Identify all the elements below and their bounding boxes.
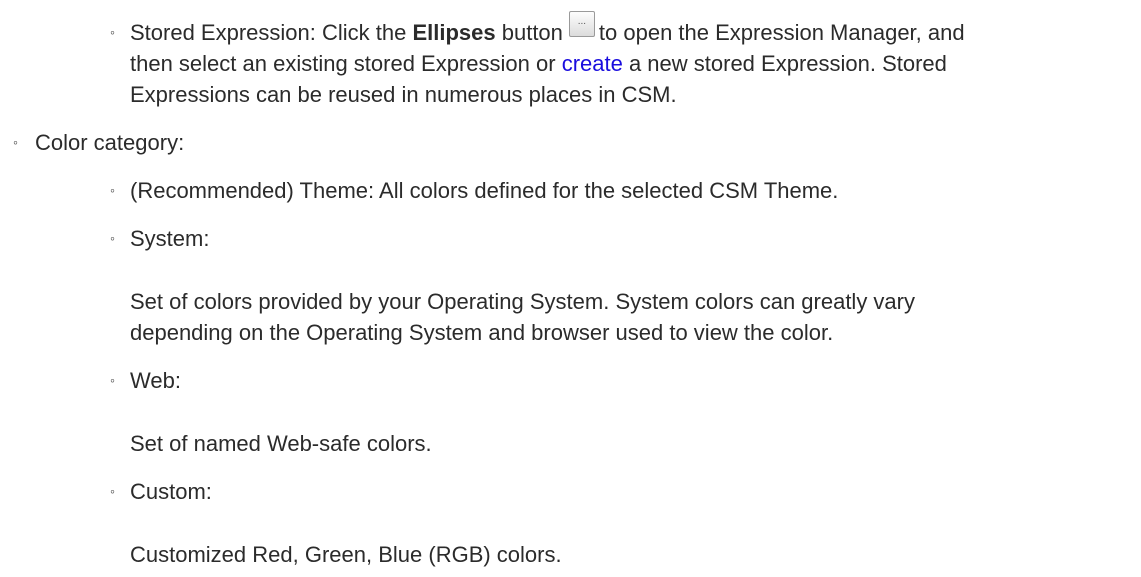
color-category-custom: Custom: (130, 479, 212, 504)
custom-description-line-1: Customized Red, Green, Blue (RGB) colors… (130, 542, 562, 567)
system-description-line-2: depending on the Operating System and br… (130, 320, 834, 345)
stored-expression-after-icon: to open the Expression Manager, and (598, 20, 965, 45)
system-description-line-1: Set of colors provided by your Operating… (130, 289, 915, 314)
color-category-theme: (Recommended) Theme: All colors defined … (130, 178, 839, 203)
button-word: button (495, 20, 563, 45)
ellipses-dots-icon: ... (577, 16, 587, 27)
stored-expression-line-2: then select an existing stored Expressio… (130, 48, 947, 79)
bullet-marker: ◦ (110, 372, 115, 388)
stored-expression-line-3: Expressions can be reused in numerous pl… (130, 82, 677, 107)
stored-expression-line2-start: then select an existing stored Expressio… (130, 51, 562, 76)
bullet-marker: ◦ (110, 230, 115, 246)
ellipses-button-icon[interactable]: ... (568, 11, 595, 37)
bullet-marker: ◦ (110, 182, 115, 198)
ellipses-bold-term: Ellipses (412, 20, 496, 45)
color-category-label: Color category: (35, 130, 185, 155)
stored-expression-line2-end: a new stored Expression. Stored (622, 51, 947, 76)
create-link[interactable]: create (562, 51, 623, 76)
bullet-marker: ◦ (110, 24, 115, 40)
web-description-line-1: Set of named Web-safe colors. (130, 431, 432, 456)
bullet-marker: ◦ (110, 483, 115, 499)
bullet-marker: ◦ (13, 134, 18, 150)
stored-expression-line-1: Stored Expression: Click the Ellipses bu… (130, 11, 965, 48)
color-category-system: System: (130, 226, 210, 251)
color-category-web: Web: (130, 368, 181, 393)
stored-expression-label: Stored Expression: Click the (130, 20, 413, 45)
